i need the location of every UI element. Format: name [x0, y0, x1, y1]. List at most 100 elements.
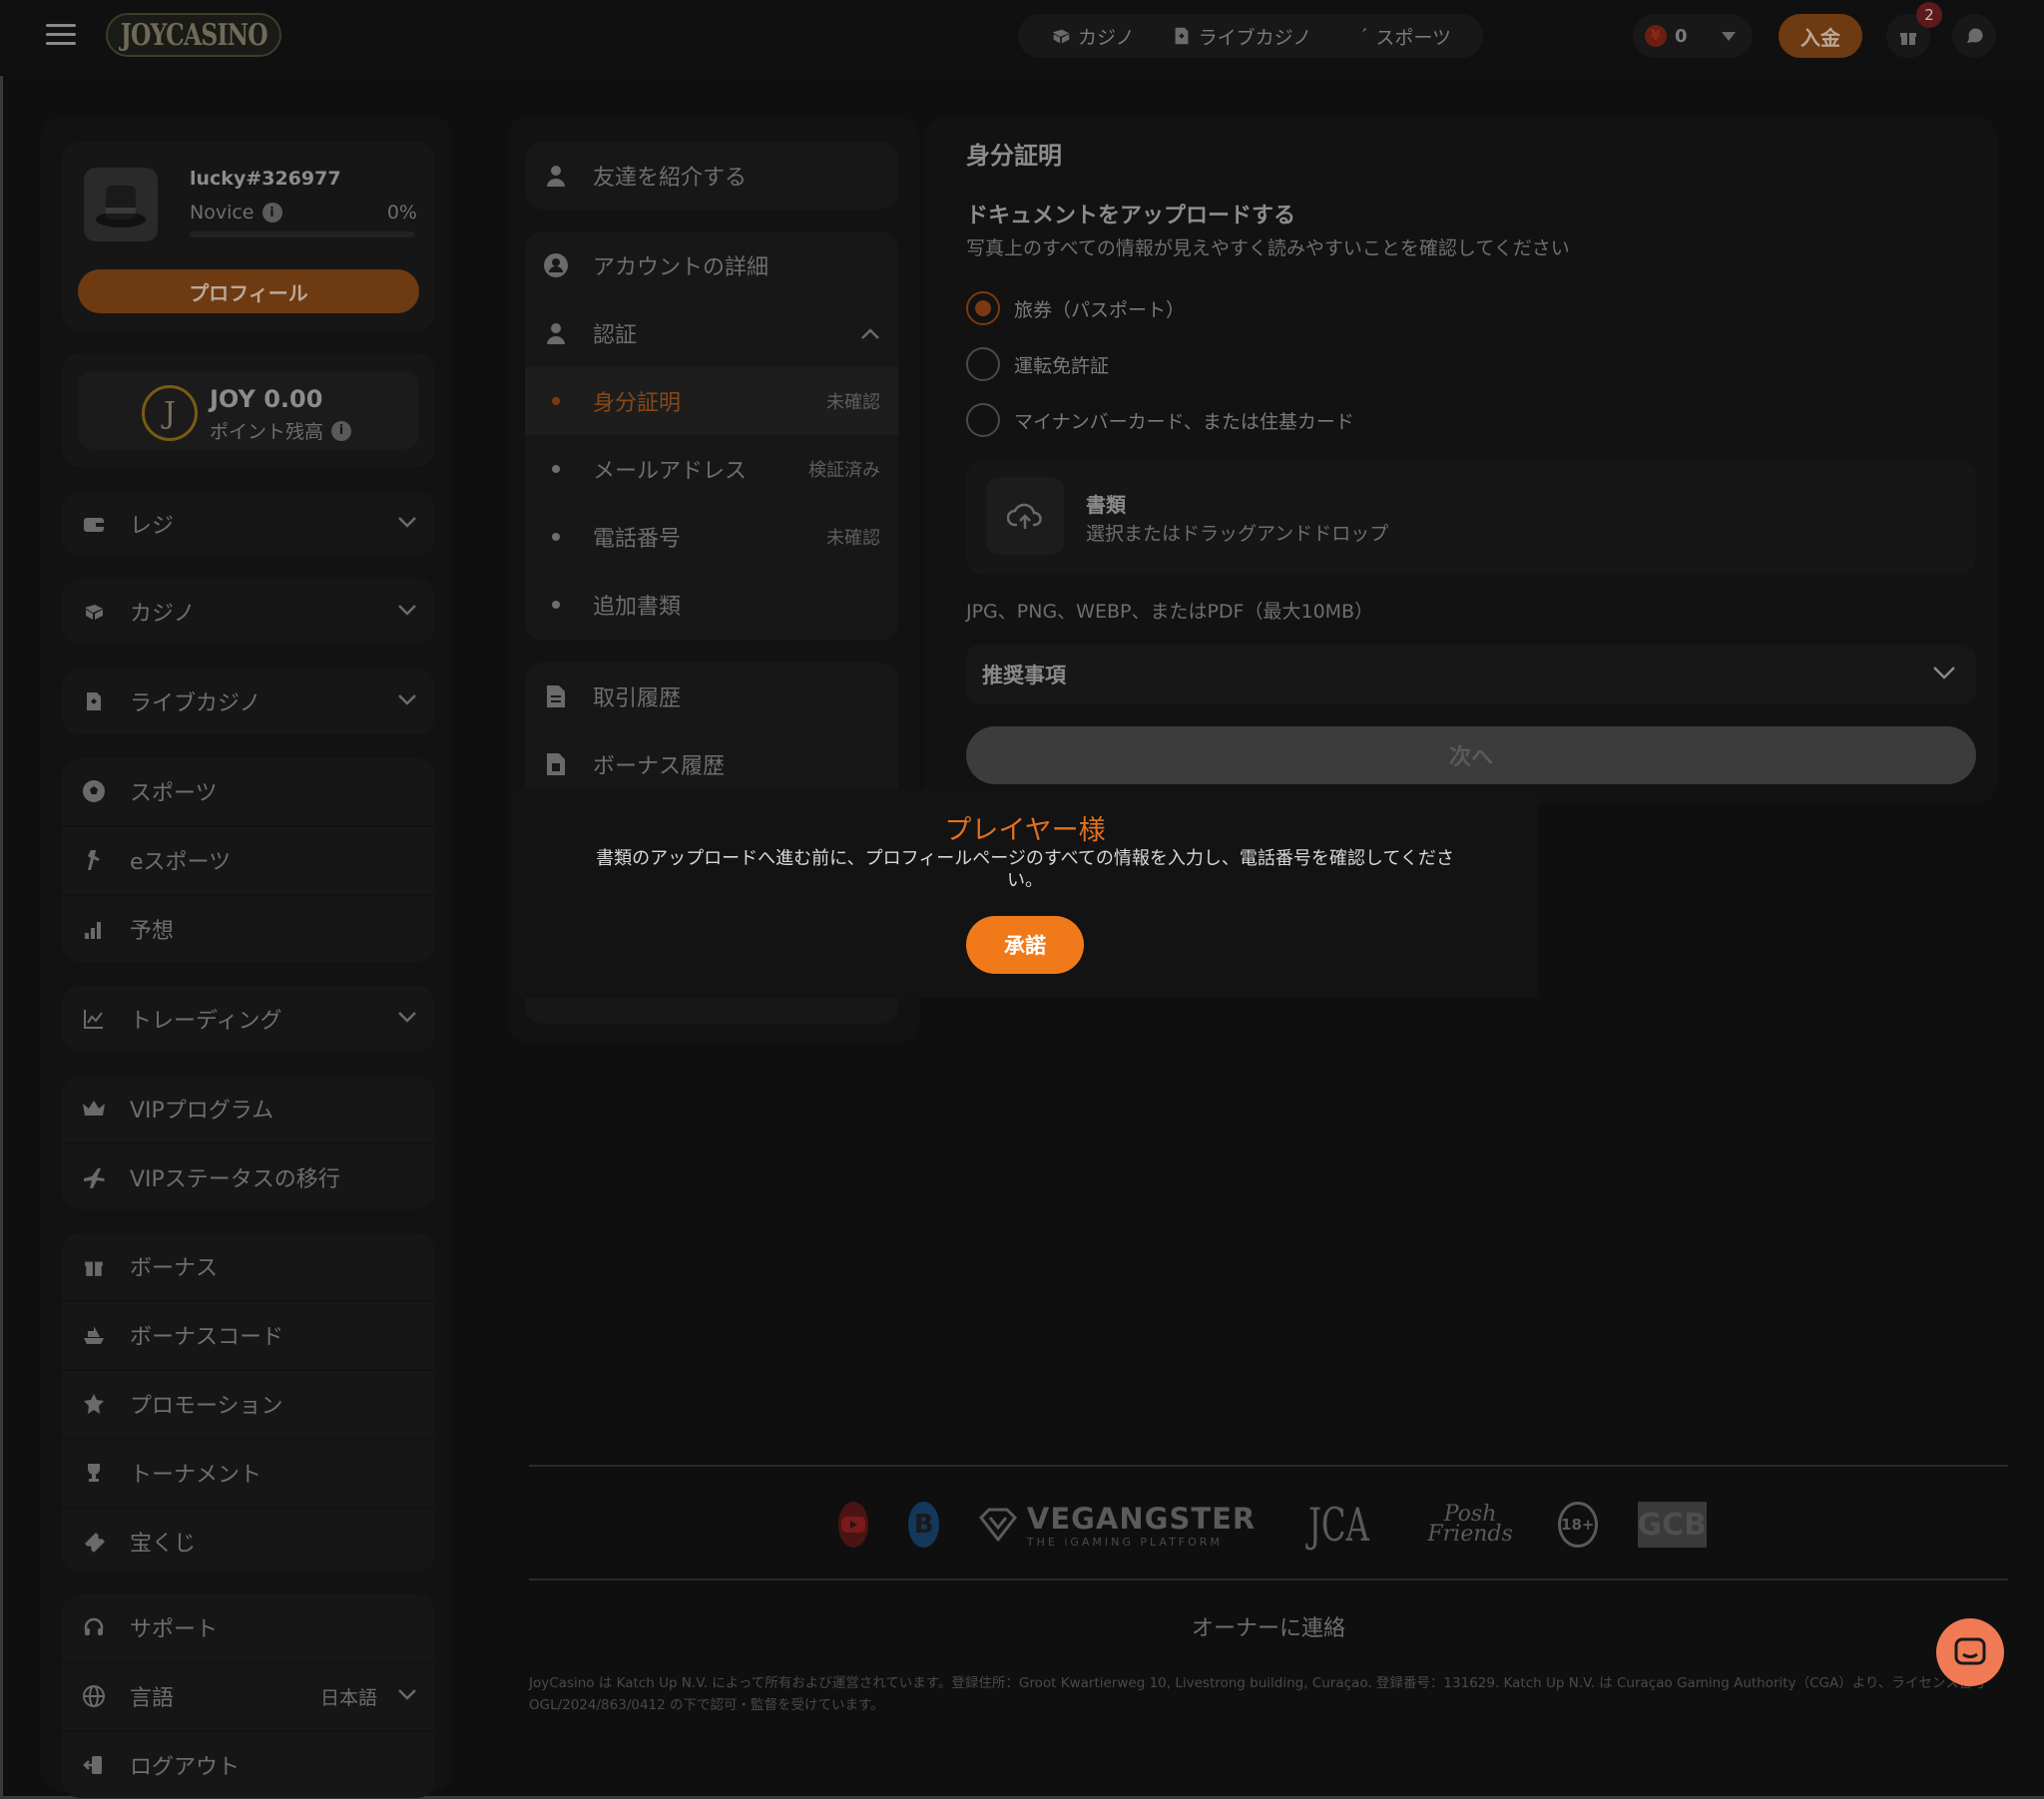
nav-sports[interactable]: スポーツ [1347, 23, 1451, 50]
active-bullet [552, 397, 560, 405]
sidebar-item-predictions[interactable]: 予想 [62, 896, 435, 962]
chevron-up-icon [861, 328, 879, 339]
sidebar-item-casino[interactable]: カジノ [62, 579, 435, 645]
headset-icon [80, 1613, 108, 1641]
hamburger-menu-icon[interactable] [46, 24, 76, 46]
stats-bars-icon [80, 915, 108, 943]
jca-logo[interactable]: JCA [1308, 1498, 1369, 1552]
info-icon[interactable]: i [331, 420, 352, 441]
radio-selected[interactable] [966, 291, 1000, 325]
radio[interactable] [966, 347, 1000, 381]
option-drivers-license[interactable]: 運転免許証 [966, 347, 1109, 381]
partner-logos: B VEGANGSTER THE iGAMING PLATFORM JCA Po… [838, 1497, 1708, 1553]
points-balance[interactable]: J JOY 0.00 ポイント残高 i [78, 371, 419, 449]
next-button[interactable]: 次へ [966, 726, 1976, 784]
sidebar-item-promotions[interactable]: プロモーション [62, 1371, 435, 1437]
deposit-button[interactable]: 入金 [1779, 14, 1862, 58]
menu-item-email[interactable]: メールアドレス 検証済み [525, 435, 898, 503]
chat-bubble-icon [1954, 1637, 1986, 1665]
menu-item-identity[interactable]: 身分証明 未確認 [525, 367, 898, 435]
bullet [552, 601, 560, 609]
menu-item-additional-docs[interactable]: 追加書類 [525, 571, 898, 639]
esports-figure-icon [80, 846, 108, 874]
joycasino-logo[interactable]: JOYCASINO [106, 13, 281, 57]
wallet-icon [80, 510, 108, 538]
option-my-number-card[interactable]: マイナンバーカード、または住基カード [966, 403, 1354, 437]
gift-count-badge: 2 [1916, 2, 1942, 28]
gcb-seal[interactable]: GCB [1637, 1502, 1708, 1548]
file-upload-dropzone[interactable]: 書類 選択またはドラッグアンドドロップ [966, 459, 1976, 575]
menu-item-phone[interactable]: 電話番号 未確認 [525, 503, 898, 571]
person-icon [543, 320, 569, 346]
username: lucky#326977 [190, 168, 341, 190]
sidebar-item-lottery[interactable]: 宝くじ [62, 1509, 435, 1574]
sidebar-item-support[interactable]: サポート [62, 1594, 435, 1660]
phone-status: 未確認 [826, 528, 880, 549]
airplane-icon [80, 1163, 108, 1191]
menu-item-verification[interactable]: 認証 [525, 299, 898, 367]
casino-icon [80, 598, 108, 626]
points-amount: JOY 0.00 [210, 385, 323, 413]
globe-icon [80, 1682, 108, 1710]
sidebar-item-tournaments[interactable]: トーナメント [62, 1440, 435, 1506]
sidebar-item-esports[interactable]: eスポーツ [62, 827, 435, 893]
balance-amount: 0 [1675, 25, 1688, 47]
chat-icon [1967, 28, 1983, 43]
top-bar: JOYCASINO カジノ ライブカジノ スポーツ ¥ 0 入金 2 [0, 0, 2044, 76]
sidebar-item-language[interactable]: 言語 日本語 [62, 1663, 435, 1729]
menu-item-transactions[interactable]: 取引履歴 [525, 663, 898, 730]
sidebar-item-trading[interactable]: トレーディング [62, 986, 435, 1052]
chart-icon [80, 1005, 108, 1033]
menu-item-refer-friend[interactable]: 友達を紹介する [525, 142, 898, 210]
sidebar-item-cashier[interactable]: レジ [62, 491, 435, 557]
sidebar-item-bonus[interactable]: ボーナス [62, 1233, 435, 1299]
profile-button[interactable]: プロフィール [78, 269, 419, 313]
sidebar-group-live-casino[interactable]: ライブカジノ [62, 669, 435, 734]
chevron-down-icon [398, 694, 416, 705]
balance-selector[interactable]: ¥ 0 [1633, 14, 1753, 58]
radio[interactable] [966, 403, 1000, 437]
info-icon[interactable]: i [261, 203, 282, 223]
vegangster-logo[interactable]: VEGANGSTER THE iGAMING PLATFORM [978, 1502, 1256, 1549]
gift-icon [80, 1252, 108, 1280]
burst-icon [80, 1390, 108, 1418]
bitcointalk-icon[interactable]: B [908, 1502, 939, 1548]
sidebar-group-support: サポート 言語 日本語 ログアウト [62, 1594, 435, 1798]
logout-icon [80, 1751, 108, 1779]
nav-casino[interactable]: カジノ [1050, 23, 1135, 50]
sports-icon [1350, 27, 1367, 44]
sidebar-item-vip-transfer[interactable]: VIPステータスの移行 [62, 1144, 435, 1210]
accept-button[interactable]: 承諾 [966, 916, 1084, 974]
sidebar-group-trading[interactable]: トレーディング [62, 986, 435, 1052]
avatar[interactable] [84, 168, 158, 241]
sidebar-group-cashier[interactable]: レジ [62, 491, 435, 557]
sidebar-group-casino[interactable]: カジノ [62, 579, 435, 645]
sidebar-item-vip-program[interactable]: VIPプログラム [62, 1076, 435, 1141]
youtube-icon[interactable] [838, 1502, 869, 1548]
sidebar-item-logout[interactable]: ログアウト [62, 1732, 435, 1798]
accepted-formats: JPG、PNG、WEBP、またはPDF（最大10MB） [966, 601, 1374, 623]
live-chat-button[interactable] [1936, 1618, 2004, 1686]
chevron-down-icon [398, 1689, 416, 1700]
account-menu-settings-card: アカウントの詳細 認証 身分証明 未確認 メールアドレス 検証済み 電話番号 未… [525, 231, 898, 641]
user-circle-icon [543, 252, 569, 278]
gift-icon [1900, 33, 1916, 45]
email-status: 検証済み [808, 460, 880, 481]
sidebar-item-bonus-code[interactable]: ボーナスコード [62, 1302, 435, 1368]
sidebar-item-sports[interactable]: スポーツ [62, 758, 435, 824]
menu-item-account-details[interactable]: アカウントの詳細 [525, 231, 898, 299]
recommendations-accordion[interactable]: 推奨事項 [966, 645, 1976, 704]
chevron-down-icon [398, 605, 416, 616]
posh-friends-logo[interactable]: Posh Friends [1422, 1504, 1518, 1546]
option-passport[interactable]: 旅券（パスポート） [966, 291, 1185, 325]
top-nav: カジノ ライブカジノ スポーツ [1018, 14, 1483, 58]
nav-live-casino[interactable]: ライブカジノ [1171, 23, 1311, 50]
contact-owner-link[interactable]: オーナーに連絡 [529, 1610, 2008, 1642]
sidebar-item-live-casino[interactable]: ライブカジノ [62, 669, 435, 734]
chat-button[interactable] [1952, 14, 1996, 58]
crown-icon [80, 1095, 108, 1123]
legal-text: JoyCasino は Katch Up N.V. によって所有および運営されて… [529, 1675, 1986, 1713]
menu-item-notifications-partial [525, 998, 898, 1024]
rank-progress-bar [190, 231, 415, 237]
identity-status: 未確認 [826, 392, 880, 413]
